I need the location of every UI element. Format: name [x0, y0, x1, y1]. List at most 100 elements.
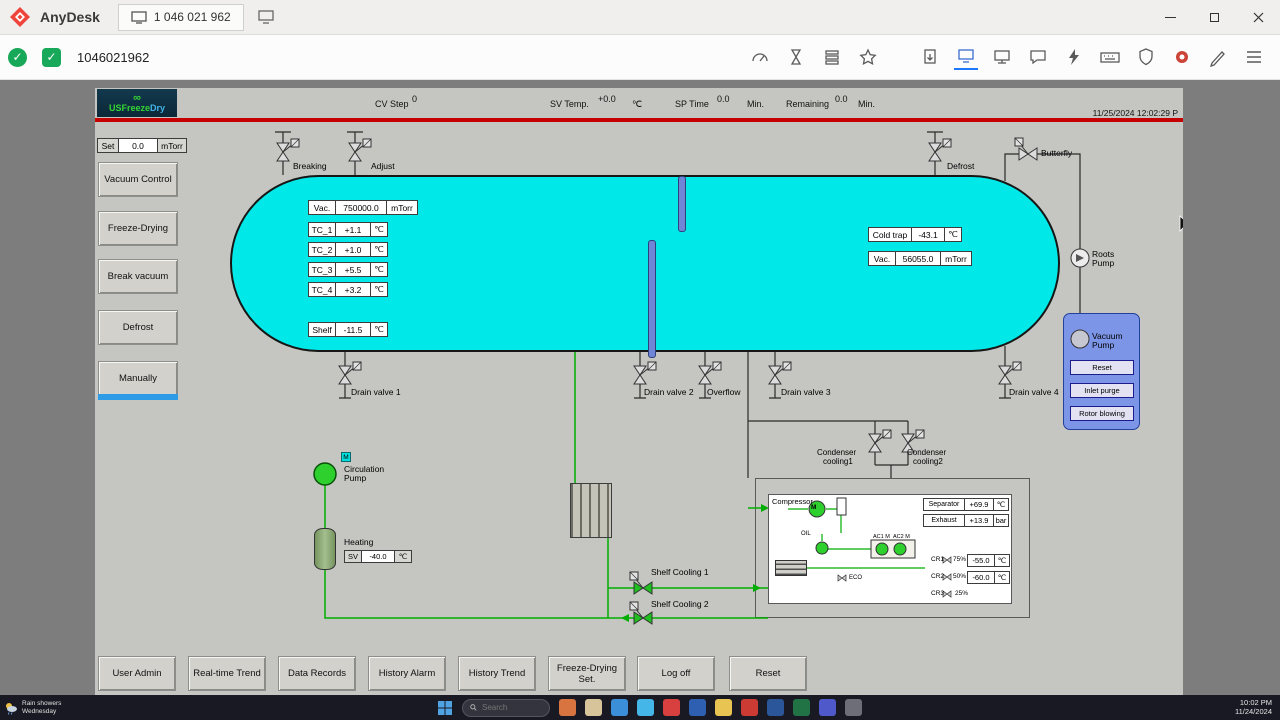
header-divider — [95, 118, 1183, 122]
excel-icon[interactable] — [793, 699, 810, 716]
cv-step-value: 0 — [412, 94, 418, 104]
chamber-divider-top — [678, 176, 686, 232]
rotor-blowing-button[interactable]: Rotor blowing — [1070, 406, 1134, 421]
opera-icon[interactable] — [663, 699, 680, 716]
start-button[interactable] — [437, 700, 453, 716]
freeze-drying-set-button[interactable]: Freeze-Drying Set. — [548, 656, 626, 691]
butterfly-valve[interactable] — [1014, 137, 1038, 161]
address-book-icon[interactable] — [820, 44, 844, 70]
heating-sv-label: SV — [344, 550, 362, 563]
session-time-icon[interactable] — [784, 44, 808, 70]
settings-icon[interactable] — [845, 699, 862, 716]
connection-speed-icon[interactable] — [748, 44, 772, 70]
skype-icon[interactable] — [637, 699, 654, 716]
sidebar-item-defrost[interactable]: Defrost — [98, 310, 178, 345]
display-settings-icon[interactable] — [990, 44, 1014, 70]
drain-valve-4-label: Drain valve 4 — [1009, 387, 1059, 397]
vac-label: Vac. — [308, 200, 336, 215]
adjust-valve[interactable] — [348, 138, 372, 162]
file-explorer-icon[interactable] — [715, 699, 732, 716]
breaking-valve[interactable] — [276, 138, 300, 162]
condenser-cooling2-label-1: Condenser — [907, 448, 947, 457]
logo-text-2: Dry — [150, 102, 166, 113]
adjust-valve-label: Adjust — [371, 161, 395, 171]
actions-icon[interactable] — [1062, 44, 1086, 70]
log-off-button[interactable]: Log off — [637, 656, 715, 691]
cr2-percent: 50% — [953, 573, 967, 580]
butterfly-valve-label: Butterfly — [1041, 148, 1073, 158]
close-button[interactable] — [1236, 0, 1280, 35]
record-session-icon[interactable] — [1170, 44, 1194, 70]
shelf-label: Shelf — [308, 322, 336, 337]
cr2-unit: ℃ — [994, 571, 1010, 584]
cr2-temp-readout: -60.0 ℃ — [967, 571, 1010, 584]
history-trend-button[interactable]: History Trend — [458, 656, 536, 691]
real-time-trend-button[interactable]: Real-time Trend — [188, 656, 266, 691]
adobe-icon[interactable] — [741, 699, 758, 716]
condenser-cooling1-label-1: Condenser — [817, 448, 857, 457]
new-session-button[interactable] — [258, 10, 276, 24]
session-tab[interactable]: 1 046 021 962 — [117, 3, 244, 31]
edge-icon[interactable] — [611, 699, 628, 716]
circulation-pump-icon[interactable] — [313, 462, 337, 486]
permissions-ok-icon: ✓ — [42, 47, 61, 67]
sidebar-item-break-vacuum[interactable]: Break vacuum — [98, 259, 178, 294]
menu-icon[interactable] — [1242, 44, 1266, 70]
shelf-cooling-1-label: Shelf Cooling 1 — [651, 567, 709, 577]
file-transfer-icon[interactable] — [918, 44, 942, 70]
teams-icon[interactable] — [819, 699, 836, 716]
vacuum-pump-icon[interactable] — [1070, 329, 1090, 349]
cr2-label: CR2 — [931, 573, 945, 580]
sidebar-item-freeze-drying[interactable]: Freeze-Drying — [98, 211, 178, 246]
monitor-switch-icon[interactable] — [954, 44, 978, 70]
vacuum-pump-reset-button[interactable]: Reset — [1070, 360, 1134, 375]
data-records-button[interactable]: Data Records — [278, 656, 356, 691]
sidebar-item-manually[interactable]: Manually — [98, 361, 178, 396]
condenser-cooling2-label-2: cooling2 — [913, 457, 943, 466]
heating-label: Heating — [344, 537, 374, 547]
search-input[interactable] — [482, 703, 542, 712]
condenser-cooling-valve-1[interactable] — [868, 429, 892, 453]
tc4-unit: ℃ — [370, 282, 388, 297]
shelf-cooling-valve-1[interactable] — [629, 571, 653, 595]
set-vacuum-input[interactable] — [118, 138, 158, 153]
compressor-title: Compressor — [772, 497, 813, 506]
minimize-button[interactable] — [1148, 0, 1192, 35]
drain-valve-1[interactable] — [338, 361, 362, 385]
chat-icon[interactable] — [1026, 44, 1050, 70]
tc3-value: +5.5 — [335, 262, 371, 277]
notes-icon[interactable] — [585, 699, 602, 716]
permissions-icon[interactable] — [1134, 44, 1158, 70]
drain-valve-1-label: Drain valve 1 — [351, 387, 401, 397]
set-label: Set — [97, 138, 119, 153]
weather-widget[interactable]: Rain showers Wednesday — [4, 700, 61, 715]
roots-pump-label-2: Pump — [1092, 258, 1115, 268]
cr1-unit: ℃ — [994, 554, 1010, 567]
whiteboard-icon[interactable] — [1206, 44, 1230, 70]
drain-valve-4[interactable] — [998, 361, 1022, 385]
drain-valve-2[interactable] — [633, 361, 657, 385]
weather-condition: Rain showers — [22, 700, 62, 707]
drain-valve-3[interactable] — [768, 361, 792, 385]
history-alarm-button[interactable]: History Alarm — [368, 656, 446, 691]
taskbar-search[interactable] — [462, 698, 550, 717]
cr3-percent: 25% — [955, 590, 969, 597]
defrost-valve[interactable] — [928, 138, 952, 162]
reset-button[interactable]: Reset — [729, 656, 807, 691]
user-admin-button[interactable]: User Admin — [98, 656, 176, 691]
set-vacuum-field: Set mTorr — [97, 138, 187, 153]
keyboard-icon[interactable] — [1098, 44, 1122, 70]
shelf-cooling-valve-2[interactable] — [629, 601, 653, 625]
taskbar-clock[interactable]: 10:02 PM 11/24/2024 — [1235, 698, 1272, 716]
sidebar-item-vacuum-control[interactable]: Vacuum Control — [98, 162, 178, 197]
roots-pump-icon[interactable] — [1070, 248, 1090, 268]
mail-icon[interactable] — [689, 699, 706, 716]
inlet-purge-button[interactable]: Inlet purge — [1070, 383, 1134, 398]
windows-taskbar: Rain showers Wednesday 10:02 PM 11/24/20… — [0, 695, 1280, 720]
overflow-valve[interactable] — [698, 361, 722, 385]
word-icon[interactable] — [767, 699, 784, 716]
maximize-button[interactable] — [1192, 0, 1236, 35]
motor-indicator: M — [341, 452, 351, 462]
favorites-icon[interactable] — [856, 44, 880, 70]
contacts-icon[interactable] — [559, 699, 576, 716]
